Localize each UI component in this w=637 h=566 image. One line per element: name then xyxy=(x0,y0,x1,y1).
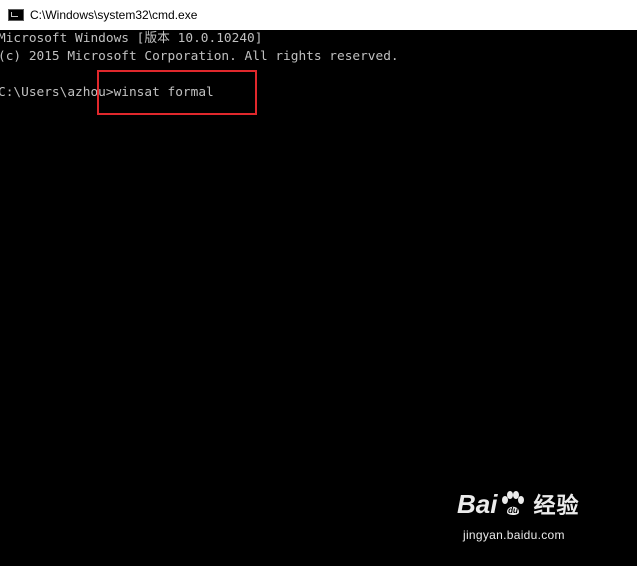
watermark-logo: Bai du 经验 xyxy=(457,488,579,520)
window-title: C:\Windows\system32\cmd.exe xyxy=(30,8,198,22)
svg-text:du: du xyxy=(509,506,519,515)
watermark-url: jingyan.baidu.com xyxy=(463,528,565,542)
console-line-2: (c) 2015 Microsoft Corporation. All righ… xyxy=(0,49,399,64)
cmd-window: C:\Windows\system32\cmd.exe Microsoft Wi… xyxy=(0,0,637,566)
title-bar[interactable]: C:\Windows\system32\cmd.exe xyxy=(0,0,637,30)
console-icon xyxy=(8,9,24,21)
paw-icon: du xyxy=(502,491,525,515)
baidu-jingyan-watermark: Bai du 经验 jingyan.baidu.com xyxy=(457,482,607,552)
watermark-logo-left: Bai xyxy=(457,488,498,519)
command-highlight-box xyxy=(97,70,257,115)
watermark-logo-right: 经验 xyxy=(533,493,580,518)
console-line-1: Microsoft Windows [版本 10.0.10240] xyxy=(0,31,263,46)
console-prompt-line: C:\Users\azhou>winsat formal xyxy=(0,85,214,100)
